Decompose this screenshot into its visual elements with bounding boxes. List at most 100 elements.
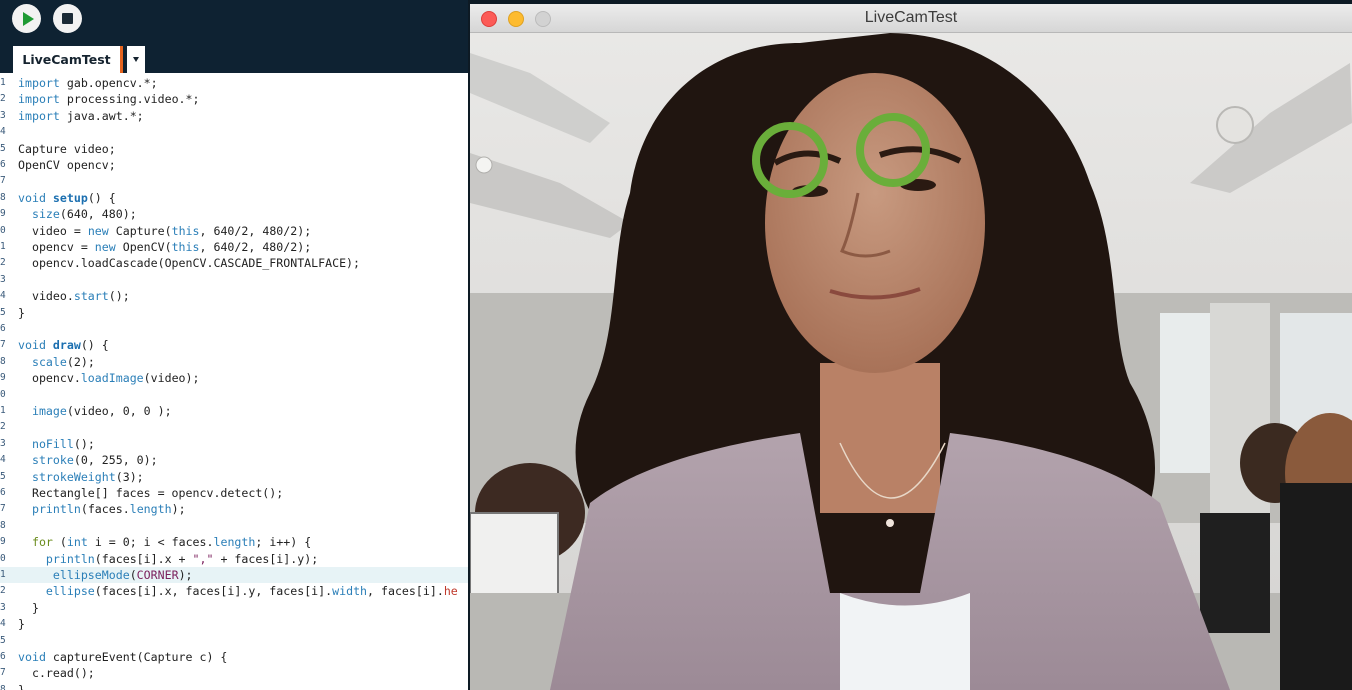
line-number: 3 xyxy=(0,437,6,449)
code-line[interactable]: 3 } xyxy=(0,600,468,616)
code-line[interactable]: 1 opencv = new OpenCV(this, 640/2, 480/2… xyxy=(0,239,468,255)
line-number: 8 xyxy=(0,355,6,367)
code-line[interactable]: 5 xyxy=(0,633,468,649)
code-line[interactable]: 4} xyxy=(0,616,468,632)
line-number: 4 xyxy=(0,126,6,138)
code-editor[interactable]: 1 import gab.opencv.*; 2 import processing.… xyxy=(0,73,468,690)
line-number: 7 xyxy=(0,503,6,515)
line-number: 5 xyxy=(0,634,6,646)
code-line[interactable]: 5 strokeWeight(3); xyxy=(0,469,468,485)
line-number: 2 xyxy=(0,257,6,269)
code-text: OpenCV opencv; xyxy=(18,158,116,172)
code-line[interactable]: 4 video.start(); xyxy=(0,288,468,304)
code-line[interactable]: 2 xyxy=(0,419,468,435)
code-line[interactable]: 8 void setup() { xyxy=(0,190,468,206)
sketch-window: LiveCamTest xyxy=(470,4,1352,690)
window-pane xyxy=(1160,313,1210,473)
background-person-body xyxy=(1200,513,1270,633)
code-text: } xyxy=(18,682,25,690)
code-text: c.read(); xyxy=(18,666,95,681)
code-line[interactable]: 1 ellipseMode(CORNER); xyxy=(0,567,468,584)
code-line[interactable]: 3 xyxy=(0,272,468,288)
code-line[interactable]: 7 println(faces.length); xyxy=(0,501,468,517)
code-text: opencv.loadCascade(OpenCV.CASCADE_FRONTA… xyxy=(18,256,361,271)
processing-ide: LiveCamTest 1 import gab.opencv.*; 2 import… xyxy=(0,0,468,690)
neck xyxy=(820,363,940,513)
code-line[interactable]: 0 video = new Capture(this, 640/2, 480/2… xyxy=(0,223,468,239)
line-number: 0 xyxy=(0,224,6,236)
code-line[interactable]: 6 xyxy=(0,321,468,337)
ceiling-vent xyxy=(1216,106,1254,144)
line-number: 5 xyxy=(0,142,6,154)
code-line[interactable]: 7 c.read(); xyxy=(0,665,468,681)
play-icon xyxy=(22,11,34,26)
code-text: image(video, 0, 0 ); xyxy=(31,404,172,418)
line-number: 2 xyxy=(0,93,6,105)
background-person-body xyxy=(1280,483,1352,690)
code-line[interactable]: 0 println(faces[i].x + "," + faces[i].y)… xyxy=(0,551,468,567)
code-text: size(640, 480); xyxy=(31,207,137,222)
code-text: stroke(0, 255, 0); xyxy=(31,453,158,468)
ide-toolbar xyxy=(0,0,468,44)
stop-icon xyxy=(62,13,73,24)
line-number: 3 xyxy=(0,109,6,121)
code-line[interactable]: 6 void captureEvent(Capture c) { xyxy=(0,649,468,665)
code-line[interactable]: 4 xyxy=(0,124,468,140)
code-text: void setup() { xyxy=(18,190,116,205)
code-line[interactable]: 8 scale(2); xyxy=(0,354,468,370)
code-line[interactable]: 6 OpenCV opencv; xyxy=(0,157,468,173)
code-text: println(faces[i].x + "," + faces[i].y); xyxy=(45,551,319,566)
line-number: 1 xyxy=(0,569,6,580)
code-text: println(faces.length); xyxy=(31,502,186,517)
code-line[interactable]: 3 noFill(); xyxy=(0,436,468,452)
code-line[interactable]: 2 opencv.loadCascade(OpenCV.CASCADE_FRON… xyxy=(0,255,468,271)
line-number: 7 xyxy=(0,667,6,679)
line-number: 6 xyxy=(0,159,6,170)
code-line[interactable]: 1 image(video, 0, 0 ); xyxy=(0,403,468,419)
code-line[interactable]: 3 import java.awt.*; xyxy=(0,108,468,124)
code-text: void draw() { xyxy=(18,338,109,353)
line-number: 1 xyxy=(0,405,6,416)
code-line[interactable]: 5} xyxy=(0,305,468,321)
code-line[interactable]: 2 ellipse(faces[i].x, faces[i].y, faces[… xyxy=(0,583,468,599)
code-text: ellipseMode(CORNER); xyxy=(52,568,193,582)
code-text: for (int i = 0; i < faces.length; i++) { xyxy=(31,535,312,550)
line-number: 0 xyxy=(0,552,6,564)
chevron-down-icon xyxy=(133,57,139,62)
tab-livecamtest[interactable]: LiveCamTest xyxy=(13,46,123,73)
laptop xyxy=(470,512,559,604)
line-number: 5 xyxy=(0,470,6,482)
line-number: 6 xyxy=(0,323,6,334)
code-line[interactable]: 1 import gab.opencv.*; xyxy=(0,75,468,91)
code-text: strokeWeight(3); xyxy=(31,469,144,484)
code-line[interactable]: 8} xyxy=(0,682,468,690)
ceiling-light xyxy=(475,156,493,174)
code-line[interactable]: 2 import processing.video.*; xyxy=(0,91,468,107)
code-line[interactable]: 5 Capture video; xyxy=(0,141,468,157)
code-line[interactable]: 7 void draw() { xyxy=(0,337,468,353)
code-line[interactable]: 0 xyxy=(0,387,468,403)
code-line[interactable]: 4 stroke(0, 255, 0); xyxy=(0,452,468,468)
code-text: import java.awt.*; xyxy=(18,108,144,123)
line-number: 1 xyxy=(0,77,6,88)
code-text: } xyxy=(18,617,25,632)
white-top xyxy=(840,593,970,690)
tab-menu-button[interactable] xyxy=(127,46,145,73)
line-number: 9 xyxy=(0,372,6,384)
code-line[interactable]: 8 xyxy=(0,518,468,534)
code-line[interactable]: 9 size(640, 480); xyxy=(0,206,468,222)
code-text: Capture video; xyxy=(18,141,116,156)
code-text: opencv = new OpenCV(this, 640/2, 480/2); xyxy=(18,240,312,254)
code-text: noFill(); xyxy=(31,436,95,451)
tab-bar: LiveCamTest xyxy=(0,44,468,73)
run-button[interactable] xyxy=(12,4,41,33)
code-line[interactable]: 9 opencv.loadImage(video); xyxy=(0,370,468,386)
line-number: 4 xyxy=(0,290,6,302)
code-line[interactable]: 7 xyxy=(0,173,468,189)
code-line[interactable]: 9 for (int i = 0; i < faces.length; i++)… xyxy=(0,534,468,550)
stop-button[interactable] xyxy=(53,4,82,33)
line-number: 9 xyxy=(0,536,6,548)
code-line[interactable]: 6 Rectangle[] faces = opencv.detect(); xyxy=(0,485,468,501)
window-titlebar[interactable]: LiveCamTest xyxy=(470,4,1352,33)
line-number: 7 xyxy=(0,339,6,351)
